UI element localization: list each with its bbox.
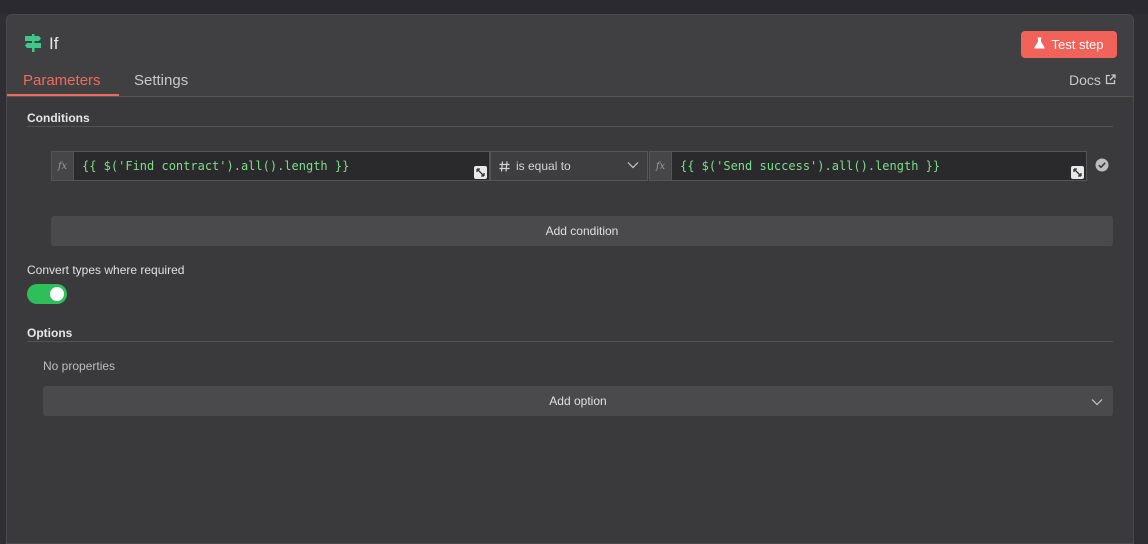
condition-row: fx {{ $('Find contract').all().length }}… (51, 151, 1087, 181)
flask-icon (1034, 37, 1046, 52)
left-value-input[interactable]: {{ $('Find contract').all().length }} (73, 151, 490, 181)
check-circle-icon (1095, 158, 1109, 172)
docs-link[interactable]: Docs (1069, 72, 1116, 88)
test-step-label: Test step (1051, 37, 1104, 52)
left-value-text: {{ $('Find contract').all().length }} (82, 159, 350, 173)
no-properties-text: No properties (43, 359, 116, 373)
right-value-text: {{ $('Send success').all().length }} (680, 159, 941, 173)
tab-parameters[interactable]: Parameters (23, 72, 101, 89)
chevron-down-icon (1091, 395, 1103, 409)
tab-settings[interactable]: Settings (134, 72, 188, 89)
external-link-icon (1105, 72, 1116, 88)
active-tab-underline (7, 94, 119, 96)
add-option-label: Add option (549, 394, 607, 408)
options-divider (27, 341, 1113, 342)
chevron-down-icon (627, 161, 639, 169)
test-step-button[interactable]: Test step (1021, 31, 1117, 58)
expand-right-icon[interactable] (1071, 166, 1084, 179)
docs-label: Docs (1069, 72, 1101, 88)
add-condition-button[interactable]: Add condition (51, 216, 1113, 246)
operator-select[interactable]: is equal to (490, 151, 648, 181)
panel-header: If Test step Parameters Settings Docs (7, 15, 1133, 97)
fx-icon: fx (51, 151, 73, 181)
conditions-divider (27, 126, 1113, 127)
conditions-section-label: Conditions (27, 111, 90, 125)
add-option-dropdown[interactable]: Add option (43, 386, 1113, 416)
convert-types-label: Convert types where required (27, 263, 185, 277)
toggle-knob (50, 287, 64, 301)
fx-icon: fx (649, 151, 671, 181)
options-section-label: Options (27, 326, 73, 340)
signpost-icon (23, 33, 43, 53)
top-bar (0, 0, 1148, 14)
convert-types-toggle[interactable] (27, 284, 67, 304)
node-panel: If Test step Parameters Settings Docs Co… (6, 14, 1134, 544)
operator-label: is equal to (516, 159, 571, 173)
expand-left-icon[interactable] (474, 166, 487, 179)
hash-icon (499, 160, 510, 172)
right-value-input[interactable]: {{ $('Send success').all().length }} (671, 151, 1087, 181)
node-title: If (49, 34, 59, 53)
